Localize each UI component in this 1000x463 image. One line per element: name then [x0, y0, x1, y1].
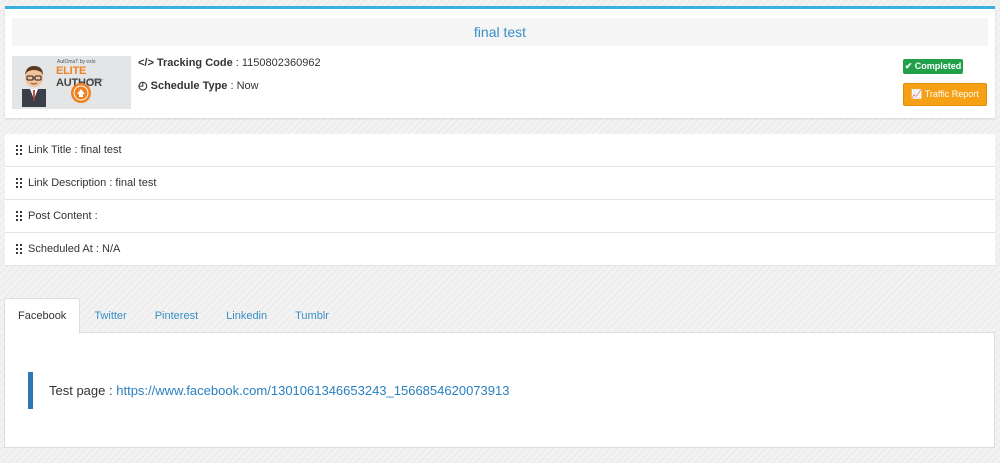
author-avatar-icon [22, 66, 46, 107]
post-link-quote: Test page : https://www.facebook.com/130… [28, 372, 509, 409]
detail-row-link-description: Link Description : final test [5, 167, 995, 200]
traffic-report-button[interactable]: 📈 Traffic Report [903, 83, 987, 106]
tab-twitter[interactable]: Twitter [80, 298, 140, 333]
campaign-title: final test [12, 18, 988, 46]
grip-icon [16, 178, 22, 188]
tracking-code: </> Tracking Code : 1150802360962 [138, 57, 321, 69]
code-icon: </> [138, 57, 154, 69]
tab-tumblr[interactable]: Tumblr [281, 298, 343, 333]
grip-icon [16, 211, 22, 221]
schedule-type: ◴ Schedule Type : Now [138, 80, 259, 92]
post-link[interactable]: https://www.facebook.com/130106134665324… [116, 383, 509, 398]
status-badge: ✔ Completed [903, 59, 963, 74]
medal-icon [71, 83, 91, 103]
grip-icon [16, 244, 22, 254]
post-link-label: Test page : [49, 383, 113, 398]
campaign-details: Link Title : final test Link Description… [5, 134, 995, 266]
network-tabs: Facebook Twitter Pinterest Linkedin Tumb… [4, 298, 343, 334]
tab-pinterest[interactable]: Pinterest [141, 298, 212, 333]
detail-row-link-title: Link Title : final test [5, 134, 995, 167]
tab-linkedin[interactable]: Linkedin [212, 298, 281, 333]
campaign-card: final test AutOmaT by exlo ELITE AUTHOR … [5, 6, 995, 118]
clock-icon: ◴ [138, 80, 148, 92]
chart-line-icon: 📈 [911, 89, 923, 99]
tab-facebook[interactable]: Facebook [4, 298, 81, 334]
tab-panel-facebook: Test page : https://www.facebook.com/130… [4, 332, 995, 448]
grip-icon [16, 145, 22, 155]
elite-author-badge: AutOmaT by exlo ELITE AUTHOR $75000+ [12, 56, 131, 109]
detail-row-post-content: Post Content : [5, 200, 995, 233]
check-icon: ✔ [904, 61, 913, 71]
detail-row-scheduled-at: Scheduled At : N/A [5, 233, 995, 266]
